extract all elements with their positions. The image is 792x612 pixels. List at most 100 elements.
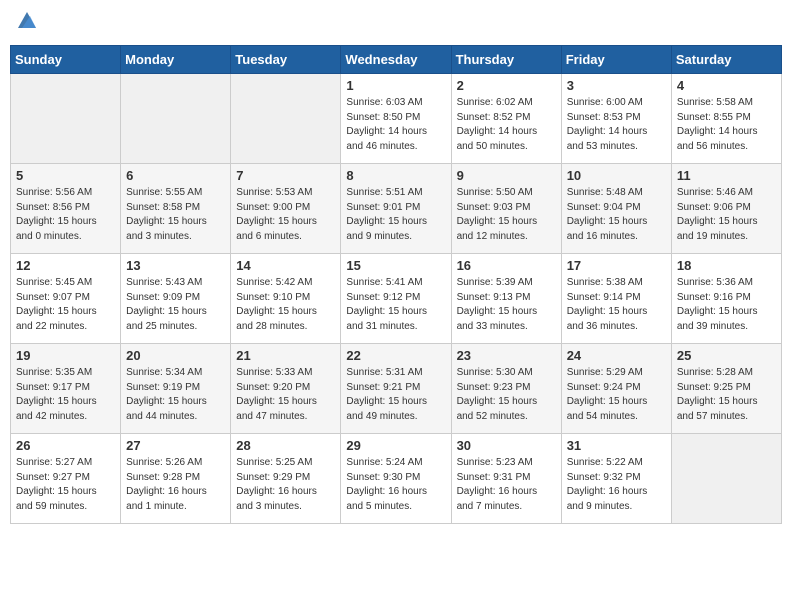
- calendar-cell: 22 Sunrise: 5:31 AM Sunset: 9:21 PM Dayli…: [341, 344, 451, 434]
- calendar-cell: [11, 74, 121, 164]
- day-number: 1: [346, 78, 445, 93]
- calendar-cell: 30 Sunrise: 5:23 AM Sunset: 9:31 PM Dayli…: [451, 434, 561, 524]
- calendar-cell: 4 Sunrise: 5:58 AM Sunset: 8:55 PM Daylig…: [671, 74, 781, 164]
- day-number: 21: [236, 348, 335, 363]
- day-number: 24: [567, 348, 666, 363]
- day-number: 6: [126, 168, 225, 183]
- calendar-cell: 23Sunrise: 5:30 AM Sunset: 9:23 PM Dayli…: [451, 344, 561, 434]
- day-number: 30: [457, 438, 556, 453]
- day-info: Sunrise: 5:23 AM Sunset: 9:31 PM Dayligh…: [457, 456, 556, 514]
- calendar-cell: 20 Sunrise: 5:34 AM Sunset: 9:19 PM Dayli…: [121, 344, 231, 434]
- day-info: Sunrise: 5:27 AM Sunset: 9:27 PM Dayligh…: [16, 456, 115, 514]
- day-info: Sunrise: 5:30 AM Sunset: 9:23 PM Dayligh…: [457, 366, 556, 424]
- week-row-5: 26 Sunrise: 5:27 AM Sunset: 9:27 PM Dayli…: [11, 434, 782, 524]
- calendar-table: SundayMondayTuesdayWednesdayThursdayFrid…: [10, 45, 782, 524]
- day-info: Sunrise: 6:02 AM Sunset: 8:52 PM Dayligh…: [457, 96, 556, 154]
- day-number: 16: [457, 258, 556, 273]
- day-number: 28: [236, 438, 335, 453]
- calendar-cell: 26 Sunrise: 5:27 AM Sunset: 9:27 PM Dayli…: [11, 434, 121, 524]
- day-number: 4: [677, 78, 776, 93]
- day-number: 31: [567, 438, 666, 453]
- day-info: Sunrise: 5:28 AM Sunset: 9:25 PM Dayligh…: [677, 366, 776, 424]
- day-number: 17: [567, 258, 666, 273]
- day-info: Sunrise: 5:24 AM Sunset: 9:30 PM Dayligh…: [346, 456, 445, 514]
- day-info: Sunrise: 5:48 AM Sunset: 9:04 PM Dayligh…: [567, 186, 666, 244]
- day-info: Sunrise: 5:38 AM Sunset: 9:14 PM Dayligh…: [567, 276, 666, 334]
- calendar-cell: 9Sunrise: 5:50 AM Sunset: 9:03 PM Daylig…: [451, 164, 561, 254]
- week-row-1: 1Sunrise: 6:03 AM Sunset: 8:50 PM Daylig…: [11, 74, 782, 164]
- day-number: 13: [126, 258, 225, 273]
- calendar-cell: 24 Sunrise: 5:29 AM Sunset: 9:24 PM Dayli…: [561, 344, 671, 434]
- day-number: 18: [677, 258, 776, 273]
- day-info: Sunrise: 5:55 AM Sunset: 8:58 PM Dayligh…: [126, 186, 225, 244]
- day-info: Sunrise: 5:51 AM Sunset: 9:01 PM Dayligh…: [346, 186, 445, 244]
- logo-icon: [16, 10, 38, 32]
- weekday-header-row: SundayMondayTuesdayWednesdayThursdayFrid…: [11, 46, 782, 74]
- day-number: 14: [236, 258, 335, 273]
- day-info: Sunrise: 5:39 AM Sunset: 9:13 PM Dayligh…: [457, 276, 556, 334]
- day-info: Sunrise: 5:36 AM Sunset: 9:16 PM Dayligh…: [677, 276, 776, 334]
- calendar-cell: 31 Sunrise: 5:22 AM Sunset: 9:32 PM Dayli…: [561, 434, 671, 524]
- calendar-cell: 11Sunrise: 5:46 AM Sunset: 9:06 PM Dayli…: [671, 164, 781, 254]
- calendar-cell: 16 Sunrise: 5:39 AM Sunset: 9:13 PM Dayli…: [451, 254, 561, 344]
- day-info: Sunrise: 5:26 AM Sunset: 9:28 PM Dayligh…: [126, 456, 225, 514]
- day-info: Sunrise: 5:56 AM Sunset: 8:56 PM Dayligh…: [16, 186, 115, 244]
- day-info: Sunrise: 5:29 AM Sunset: 9:24 PM Dayligh…: [567, 366, 666, 424]
- calendar-cell: 10 Sunrise: 5:48 AM Sunset: 9:04 PM Dayli…: [561, 164, 671, 254]
- calendar-cell: 28Sunrise: 5:25 AM Sunset: 9:29 PM Dayli…: [231, 434, 341, 524]
- day-info: Sunrise: 5:33 AM Sunset: 9:20 PM Dayligh…: [236, 366, 335, 424]
- calendar-cell: 13 Sunrise: 5:43 AM Sunset: 9:09 PM Dayli…: [121, 254, 231, 344]
- calendar-cell: [231, 74, 341, 164]
- day-number: 15: [346, 258, 445, 273]
- day-number: 3: [567, 78, 666, 93]
- weekday-header-saturday: Saturday: [671, 46, 781, 74]
- day-info: Sunrise: 5:42 AM Sunset: 9:10 PM Dayligh…: [236, 276, 335, 334]
- calendar-cell: 8 Sunrise: 5:51 AM Sunset: 9:01 PM Daylig…: [341, 164, 451, 254]
- day-number: 10: [567, 168, 666, 183]
- calendar-cell: 18 Sunrise: 5:36 AM Sunset: 9:16 PM Dayli…: [671, 254, 781, 344]
- day-info: Sunrise: 5:46 AM Sunset: 9:06 PM Dayligh…: [677, 186, 776, 244]
- day-info: Sunrise: 5:34 AM Sunset: 9:19 PM Dayligh…: [126, 366, 225, 424]
- calendar-cell: 2Sunrise: 6:02 AM Sunset: 8:52 PM Daylig…: [451, 74, 561, 164]
- day-info: Sunrise: 5:43 AM Sunset: 9:09 PM Dayligh…: [126, 276, 225, 334]
- day-info: Sunrise: 5:58 AM Sunset: 8:55 PM Dayligh…: [677, 96, 776, 154]
- day-number: 20: [126, 348, 225, 363]
- calendar-cell: 1Sunrise: 6:03 AM Sunset: 8:50 PM Daylig…: [341, 74, 451, 164]
- day-info: Sunrise: 5:41 AM Sunset: 9:12 PM Dayligh…: [346, 276, 445, 334]
- calendar-cell: 19 Sunrise: 5:35 AM Sunset: 9:17 PM Dayli…: [11, 344, 121, 434]
- week-row-3: 12 Sunrise: 5:45 AM Sunset: 9:07 PM Dayli…: [11, 254, 782, 344]
- calendar-cell: 3 Sunrise: 6:00 AM Sunset: 8:53 PM Daylig…: [561, 74, 671, 164]
- calendar-cell: 12 Sunrise: 5:45 AM Sunset: 9:07 PM Dayli…: [11, 254, 121, 344]
- calendar-cell: 25 Sunrise: 5:28 AM Sunset: 9:25 PM Dayli…: [671, 344, 781, 434]
- day-number: 25: [677, 348, 776, 363]
- day-info: Sunrise: 5:35 AM Sunset: 9:17 PM Dayligh…: [16, 366, 115, 424]
- calendar-cell: 29 Sunrise: 5:24 AM Sunset: 9:30 PM Dayli…: [341, 434, 451, 524]
- week-row-4: 19 Sunrise: 5:35 AM Sunset: 9:17 PM Dayli…: [11, 344, 782, 434]
- day-number: 8: [346, 168, 445, 183]
- weekday-header-wednesday: Wednesday: [341, 46, 451, 74]
- calendar-cell: 17 Sunrise: 5:38 AM Sunset: 9:14 PM Dayli…: [561, 254, 671, 344]
- day-number: 19: [16, 348, 115, 363]
- day-number: 29: [346, 438, 445, 453]
- day-info: Sunrise: 5:50 AM Sunset: 9:03 PM Dayligh…: [457, 186, 556, 244]
- calendar-cell: [121, 74, 231, 164]
- weekday-header-thursday: Thursday: [451, 46, 561, 74]
- weekday-header-friday: Friday: [561, 46, 671, 74]
- page-header: [10, 10, 782, 37]
- calendar-cell: [671, 434, 781, 524]
- calendar-cell: 14 Sunrise: 5:42 AM Sunset: 9:10 PM Dayli…: [231, 254, 341, 344]
- day-number: 12: [16, 258, 115, 273]
- day-info: Sunrise: 5:22 AM Sunset: 9:32 PM Dayligh…: [567, 456, 666, 514]
- calendar-cell: 6 Sunrise: 5:55 AM Sunset: 8:58 PM Daylig…: [121, 164, 231, 254]
- day-number: 26: [16, 438, 115, 453]
- calendar-cell: 5Sunrise: 5:56 AM Sunset: 8:56 PM Daylig…: [11, 164, 121, 254]
- day-number: 22: [346, 348, 445, 363]
- weekday-header-monday: Monday: [121, 46, 231, 74]
- calendar-cell: 7Sunrise: 5:53 AM Sunset: 9:00 PM Daylig…: [231, 164, 341, 254]
- weekday-header-sunday: Sunday: [11, 46, 121, 74]
- day-info: Sunrise: 6:00 AM Sunset: 8:53 PM Dayligh…: [567, 96, 666, 154]
- day-info: Sunrise: 5:31 AM Sunset: 9:21 PM Dayligh…: [346, 366, 445, 424]
- calendar-cell: 15 Sunrise: 5:41 AM Sunset: 9:12 PM Dayli…: [341, 254, 451, 344]
- day-info: Sunrise: 5:45 AM Sunset: 9:07 PM Dayligh…: [16, 276, 115, 334]
- day-info: Sunrise: 5:53 AM Sunset: 9:00 PM Dayligh…: [236, 186, 335, 244]
